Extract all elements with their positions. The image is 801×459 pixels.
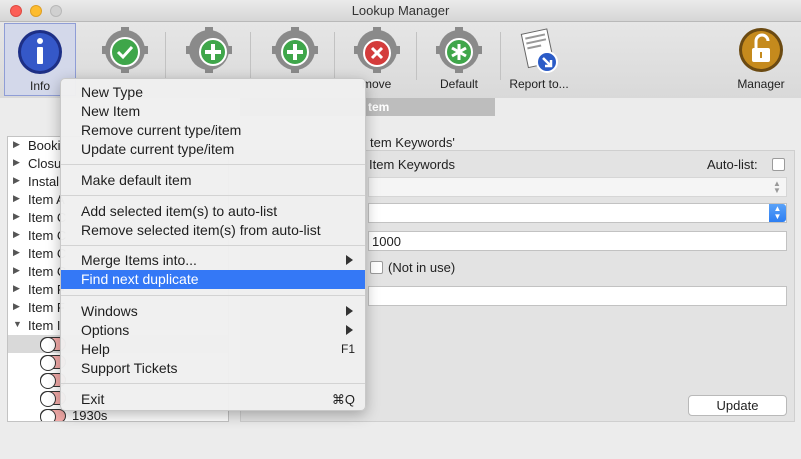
menu-item-update-current[interactable]: Update current type/item [61,140,365,159]
menu-item-options[interactable]: Options [61,321,365,340]
disclosure-icon[interactable]: ▶ [13,283,20,294]
menu-item-make-default[interactable]: Make default item [61,171,365,190]
report-icon [520,28,558,73]
menu-item-exit[interactable]: Exit ⌘Q [61,390,365,409]
menu-item-help[interactable]: Help F1 [61,340,365,359]
toolbar-separator [500,32,501,80]
menu-item-remove-from-autolist[interactable]: Remove selected item(s) from auto-list [61,221,365,240]
disclosure-icon[interactable]: ▶ [13,157,20,168]
disclosure-icon[interactable]: ▶ [13,175,20,186]
menu-item-find-duplicate[interactable]: Find next duplicate [61,270,365,289]
not-in-use-checkbox[interactable] [370,261,383,274]
type-name-label: Item Keywords [369,157,455,172]
disclosure-icon[interactable]: ▶ [13,247,20,258]
detail-heading: tem Keywords' [370,135,455,150]
menu-item-support-tickets[interactable]: Support Tickets [61,359,365,378]
manager-button[interactable]: Manager [724,22,798,96]
toolbar-separator [416,32,417,80]
disclosure-icon[interactable]: ▶ [13,301,20,312]
menu-item-new-item[interactable]: New Item [61,102,365,121]
menu-separator [61,295,365,296]
menu-separator [61,245,365,246]
default-button[interactable]: Default [422,22,496,96]
exit-shortcut: ⌘Q [331,392,355,407]
not-in-use-label: (Not in use) [388,260,456,275]
gear-remove-icon [354,27,400,73]
disclosure-icon[interactable]: ▶ [13,265,20,276]
toolbar-separator [250,32,251,80]
autolist-label: Auto-list: [707,157,758,172]
gear-add-icon [272,27,318,73]
disclosure-icon[interactable]: ▶ [13,211,20,222]
window-title: Lookup Manager [351,3,450,18]
menu-item-windows[interactable]: Windows [61,302,365,321]
remove-button-label: move [362,77,392,91]
disclosure-icon[interactable]: ▼ [13,319,22,329]
default-button-label: Default [439,77,479,91]
updown-arrows-icon: ▲ ▼ [773,179,781,195]
autolist-checkbox[interactable] [772,158,785,171]
menu-separator [61,383,365,384]
info-icon [18,30,62,74]
gear-add-icon [186,27,232,73]
menu-item-remove-current[interactable]: Remove current type/item [61,121,365,140]
title-bar: Lookup Manager [0,0,801,22]
submenu-arrow-icon [346,325,353,335]
menu-separator [61,195,365,196]
disclosure-icon[interactable]: ▶ [13,229,20,240]
submenu-arrow-icon [346,306,353,316]
gear-check-icon [102,27,148,73]
toolbar-separator [334,32,335,80]
toolbar-separator [165,32,166,80]
menu-separator [61,164,365,165]
manager-button-label: Manager [737,77,785,91]
report-button[interactable]: Report to... [502,22,576,96]
disabled-select: ▲ ▼ [368,177,787,197]
submenu-arrow-icon [346,255,353,265]
context-menu: New Type New Item Remove current type/it… [60,78,366,411]
gear-star-icon [436,27,482,73]
update-button[interactable]: Update [688,395,787,416]
item-select[interactable]: ▲ ▼ [368,203,787,223]
disclosure-icon[interactable]: ▶ [13,139,20,150]
disclosure-icon[interactable]: ▶ [13,193,20,204]
unlock-icon [739,28,783,72]
in-use-toggle[interactable] [40,409,66,421]
menu-item-merge-items[interactable]: Merge Items into... [61,251,365,270]
updown-arrows-icon: ▲ ▼ [769,204,786,222]
number-field[interactable]: 1000 [368,231,787,251]
report-button-label: Report to... [509,77,569,91]
notes-field[interactable] [368,286,787,306]
detail-tab-label: tem [368,100,390,114]
help-shortcut: F1 [340,342,355,356]
menu-item-add-to-autolist[interactable]: Add selected item(s) to auto-list [61,202,365,221]
menu-item-new-type[interactable]: New Type [61,83,365,102]
